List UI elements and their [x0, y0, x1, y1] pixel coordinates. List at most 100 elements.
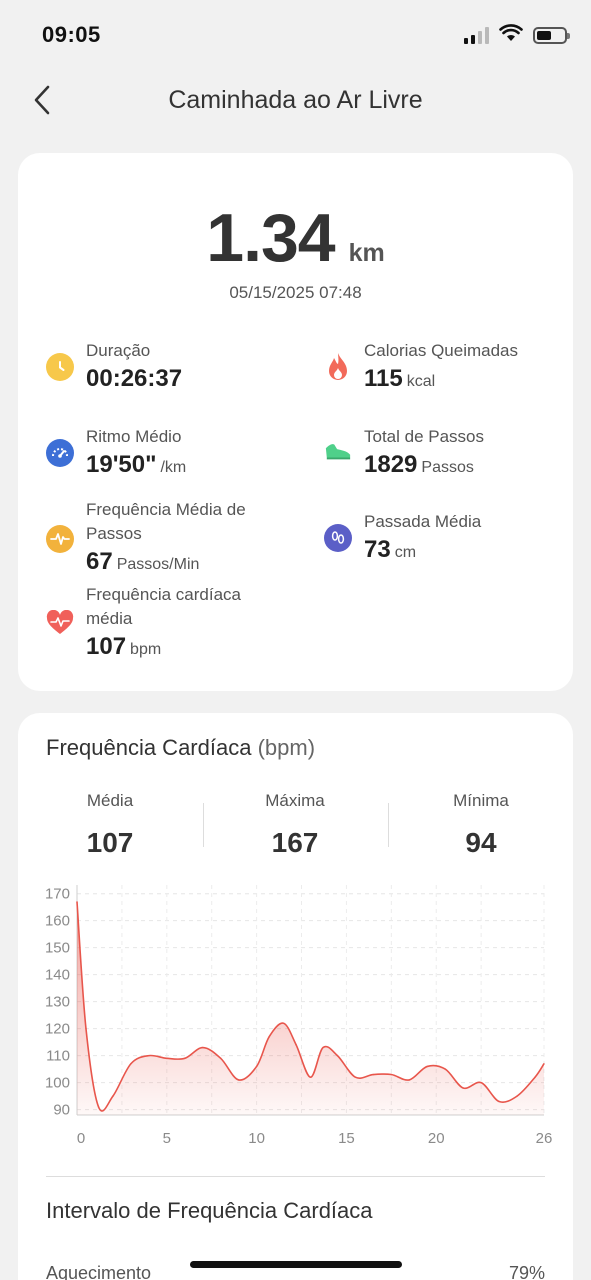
y-tick-label: 150 [45, 940, 70, 957]
metric-duration: Duração 00:26:37 [46, 339, 182, 393]
data-point [97, 1106, 100, 1108]
y-tick-label: 130 [45, 994, 70, 1011]
metric-unit: /km [160, 459, 187, 476]
distance: 1.34 km [18, 199, 573, 277]
battery-icon [533, 27, 570, 44]
y-tick-label: 120 [45, 1021, 70, 1038]
stat-divider [388, 803, 389, 847]
status-icons [464, 24, 570, 47]
data-point [309, 1076, 312, 1079]
stat-label: Mínima [453, 791, 509, 810]
clock-icon [46, 353, 74, 381]
heart-rate-card: Frequência Cardíaca (bpm) Média 107 Máxi… [18, 713, 573, 1280]
stat-value: 107 [86, 827, 134, 858]
stat-maximum: Máxima 167 [225, 791, 365, 859]
metric-unit: bpm [130, 641, 162, 658]
zone-percent: 79% [508, 1263, 545, 1280]
data-point [322, 1046, 324, 1049]
stat-average: Média 107 [40, 791, 180, 859]
data-point [76, 900, 78, 903]
metric-steps: Total de Passos 1829 Passos [324, 425, 484, 479]
y-tick-label: 140 [45, 967, 70, 984]
wifi-icon [499, 24, 523, 47]
metric-unit: kcal [406, 373, 436, 390]
data-point [534, 1076, 536, 1079]
status-bar: 09:05 [0, 0, 591, 70]
stat-label: Média [86, 791, 134, 810]
data-point [462, 1087, 464, 1089]
metric-value: 67 [86, 548, 113, 575]
data-point [543, 1062, 545, 1065]
data-point [336, 1054, 339, 1057]
nav-bar: Caminhada ao Ar Livre [0, 70, 591, 132]
x-tick-label: 26 [536, 1130, 553, 1147]
footprints-icon [324, 524, 352, 552]
flame-icon [324, 353, 352, 381]
heart-rate-title: Frequência Cardíaca (bpm) [46, 735, 315, 761]
section-divider [46, 1176, 545, 1177]
metric-value: 115 [364, 365, 403, 392]
metric-label: Frequência cardíaca média [86, 585, 241, 628]
signal-icon [464, 27, 489, 44]
data-point [426, 1065, 429, 1068]
data-point [255, 1065, 258, 1068]
stat-label: Máxima [265, 791, 325, 810]
data-point [498, 1100, 500, 1103]
metric-unit: Passos/Min [116, 556, 200, 573]
data-point [372, 1073, 375, 1076]
metric-cadence: Frequência Média de Passos 67 Passos/Min [46, 498, 246, 576]
data-point [201, 1046, 204, 1049]
metric-label: Frequência Média de Passos [86, 500, 246, 543]
distance-unit: km [348, 239, 385, 267]
workout-summary-card: 1.34 km 05/15/2025 07:48 Duração 00:26:37… [18, 153, 573, 691]
data-point [444, 1068, 447, 1070]
data-point [130, 1062, 132, 1065]
metric-calories: Calorias Queimadas 115 kcal [324, 339, 518, 393]
cadence-icon [46, 525, 74, 553]
data-point [219, 1057, 222, 1060]
stat-divider [203, 803, 204, 847]
metric-label: Total de Passos [364, 427, 485, 446]
page-title: Caminhada ao Ar Livre [168, 86, 423, 114]
metric-value: 107 [86, 633, 127, 660]
metric-label: Calorias Queimadas [364, 341, 519, 360]
y-tick-label: 100 [45, 1075, 70, 1092]
y-tick-label: 90 [53, 1102, 70, 1119]
heart-rate-zone-title: Intervalo de Frequência Cardíaca [46, 1198, 373, 1223]
data-point [183, 1057, 186, 1060]
data-point [112, 1095, 114, 1097]
metric-value: 73 [364, 536, 391, 563]
data-point [148, 1054, 150, 1057]
data-point [237, 1079, 240, 1081]
heart-rate-title-text: Frequência Cardíaca [46, 735, 252, 760]
data-point [166, 1057, 168, 1060]
stat-minimum: Mínima 94 [411, 791, 551, 859]
x-tick-label: 20 [428, 1130, 445, 1147]
metric-label: Duração [86, 341, 151, 360]
data-point [480, 1081, 482, 1084]
data-point [390, 1073, 393, 1076]
metric-heart-rate: Frequência cardíaca média 107 bpm [46, 583, 246, 661]
y-tick-label: 170 [45, 886, 70, 903]
stat-value: 167 [271, 827, 319, 858]
shoe-icon [324, 437, 352, 465]
metric-unit: Passos [421, 459, 474, 476]
metric-label: Ritmo Médio [86, 427, 182, 446]
x-tick-label: 15 [338, 1130, 355, 1147]
distance-value: 1.34 [206, 200, 335, 276]
stat-value: 94 [465, 827, 497, 858]
heart-rate-chart: 90 100 110 120 130 140 150 160 170 0 5 10 15 20 26 [45, 885, 553, 1147]
y-tick-label: 160 [45, 913, 70, 930]
metric-value: 00:26:37 [86, 365, 183, 392]
home-indicator[interactable] [190, 1261, 402, 1268]
metric-label: Passada Média [364, 512, 482, 531]
metric-value: 19'50" [86, 451, 157, 478]
data-point [268, 1035, 270, 1038]
heart-rate-title-unit: (bpm) [257, 735, 316, 760]
status-time: 09:05 [42, 22, 101, 47]
data-point [516, 1095, 518, 1097]
zone-label: Aquecimento [46, 1263, 152, 1280]
x-tick-label: 0 [77, 1130, 85, 1147]
metric-value: 1829 [364, 451, 418, 478]
series-area [77, 901, 544, 1115]
